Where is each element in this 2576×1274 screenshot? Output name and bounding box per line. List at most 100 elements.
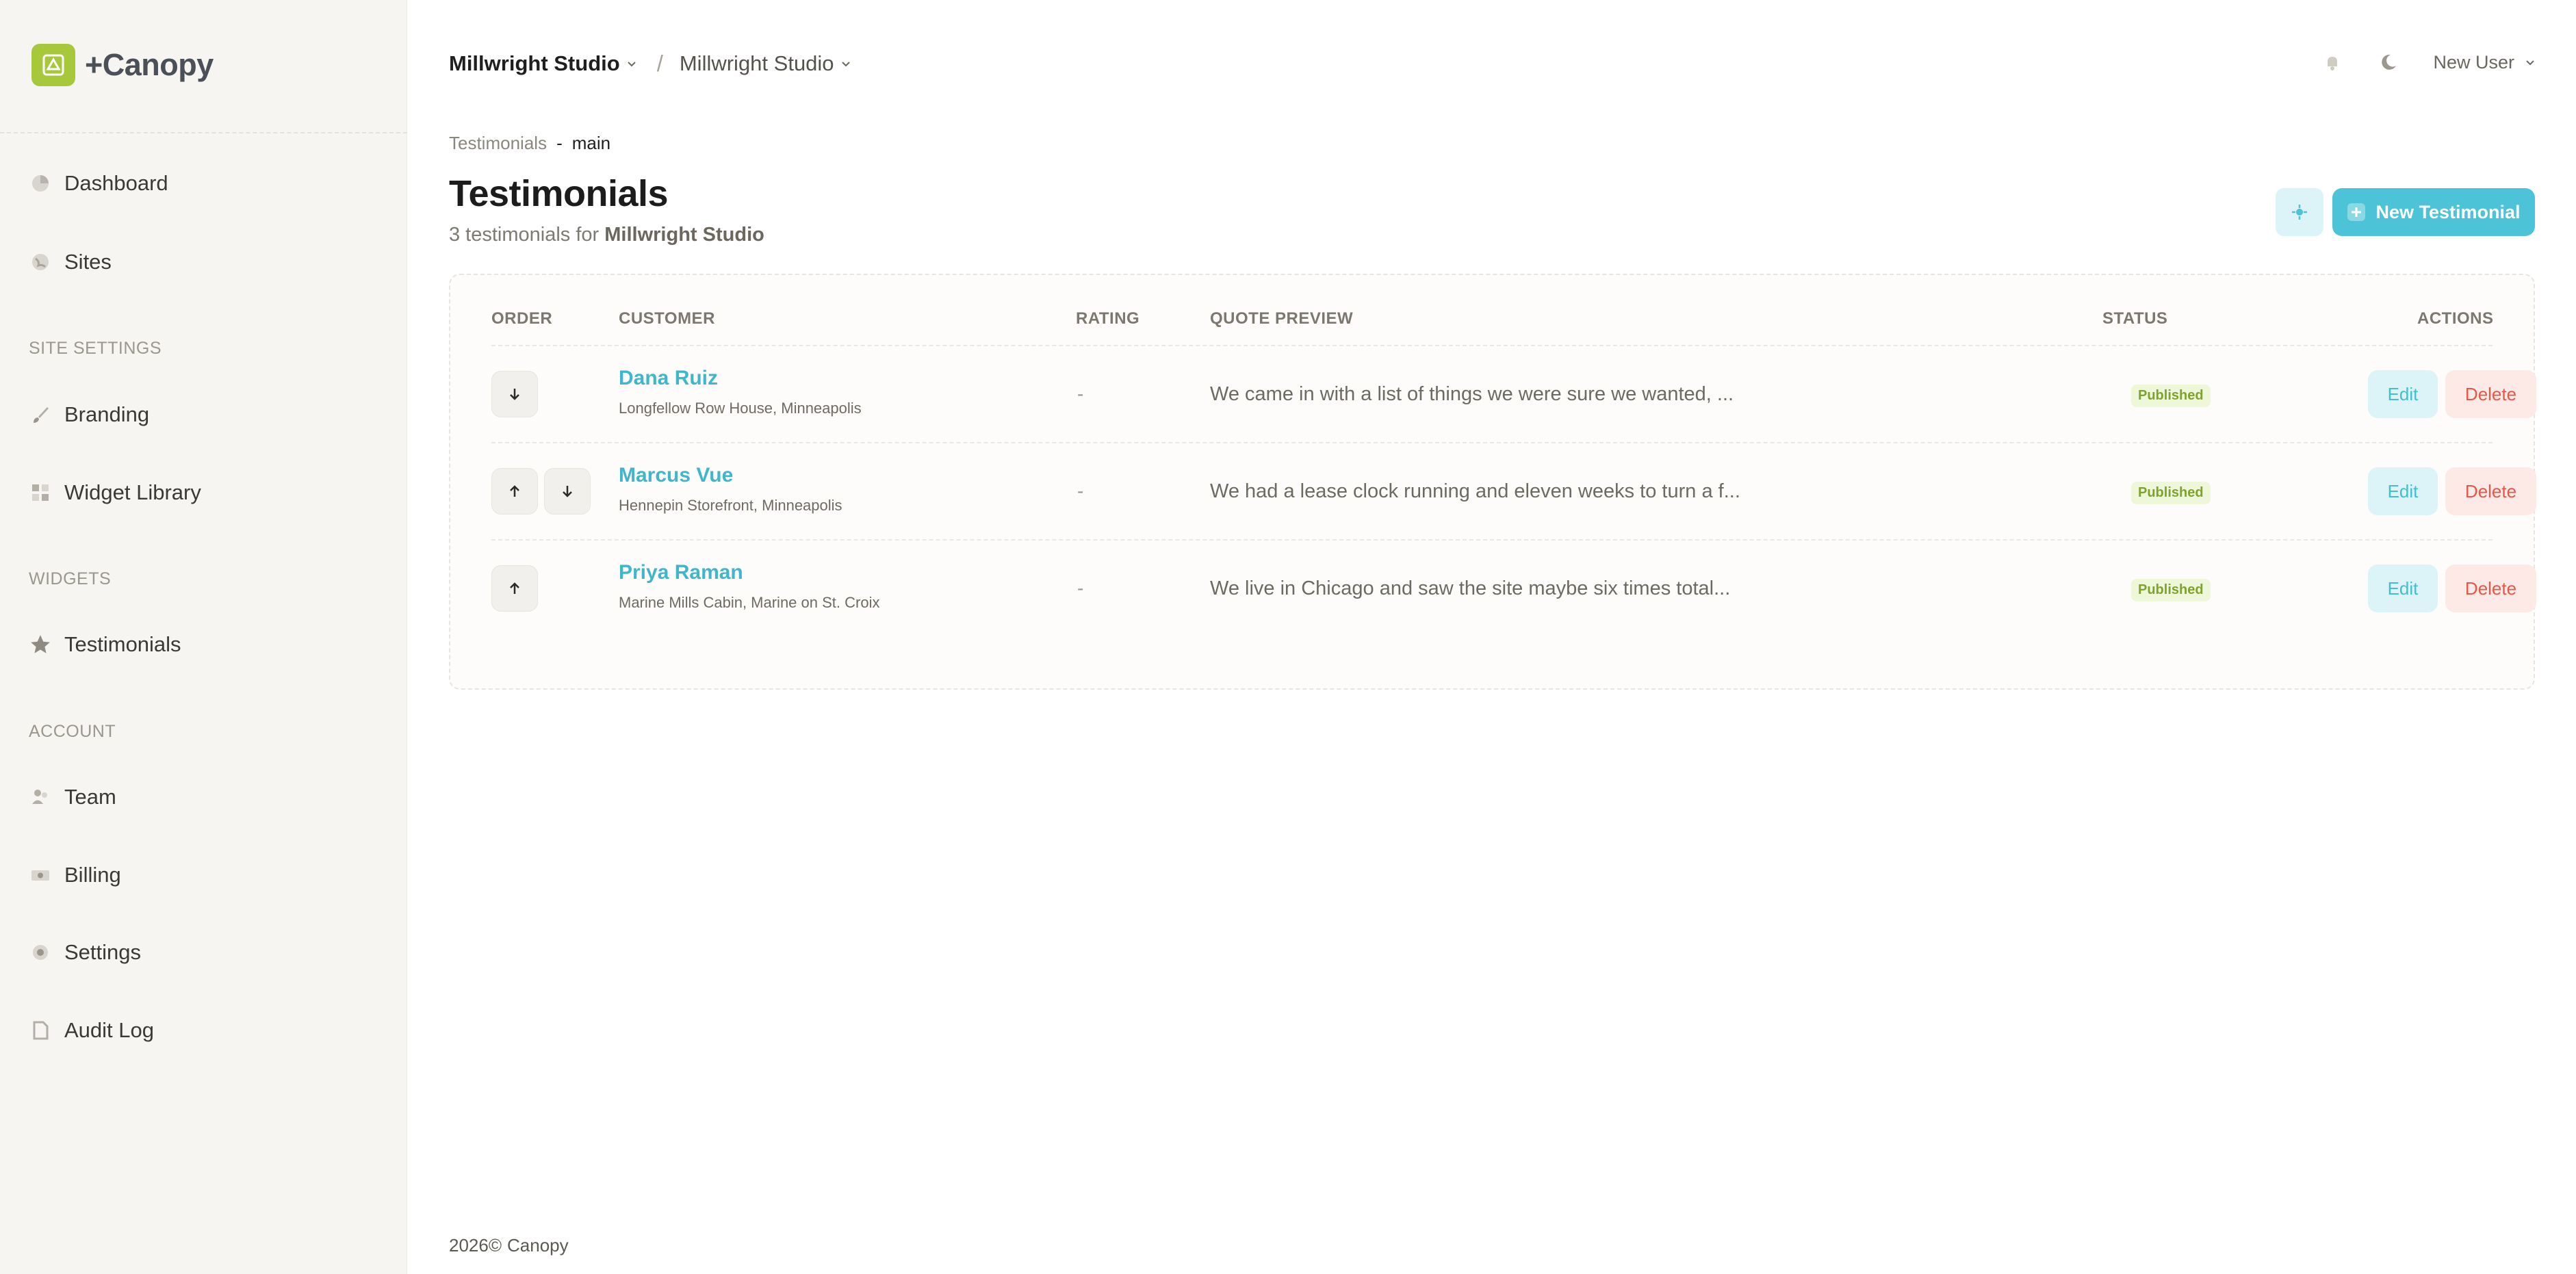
- customer-location: Hennepin Storefront, Minneapolis: [619, 497, 842, 514]
- move-up-button[interactable]: [491, 468, 538, 515]
- brand-name: +Canopy: [85, 47, 214, 82]
- rating-value: -: [1077, 577, 1084, 599]
- move-down-button[interactable]: [544, 468, 591, 515]
- brush-icon: [29, 403, 52, 426]
- sidebar-item-settings[interactable]: Settings: [29, 933, 141, 972]
- status-badge: Published: [2131, 385, 2211, 407]
- table-row: Dana Ruiz Longfellow Row House, Minneapo…: [491, 346, 2536, 443]
- column-header-quote: QUOTE PREVIEW: [1210, 309, 1354, 328]
- breadcrumb-separator: -: [556, 133, 563, 153]
- org-site-breadcrumb: Millwright Studio / Millwright Studio: [449, 51, 852, 77]
- customer-name[interactable]: Marcus Vue: [619, 464, 733, 487]
- site-switcher[interactable]: Millwright Studio: [680, 51, 852, 76]
- breadcrumb-branch: main: [571, 133, 611, 153]
- testimonials-table: ORDER CUSTOMER RATING QUOTE PREVIEW STAT…: [449, 274, 2536, 690]
- page-title: Testimonials: [449, 173, 669, 214]
- subtitle-org: Millwright Studio: [604, 224, 764, 246]
- delete-button[interactable]: Delete: [2445, 467, 2536, 515]
- sidebar-item-label: Billing: [64, 863, 121, 887]
- chevron-down-icon: [2526, 60, 2534, 66]
- chevron-down-icon: [841, 62, 850, 67]
- column-header-status: STATUS: [2102, 309, 2168, 328]
- rating-value: -: [1077, 480, 1084, 502]
- sidebar-item-team[interactable]: Team: [29, 778, 116, 816]
- star-icon: [29, 633, 52, 656]
- column-header-customer: CUSTOMER: [619, 309, 715, 328]
- breadcrumb-separator: /: [656, 51, 663, 76]
- move-up-button[interactable]: [491, 565, 538, 612]
- grid-icon: [29, 481, 52, 504]
- sidebar-item-label: Branding: [64, 402, 150, 426]
- sidebar-item-dashboard[interactable]: Dashboard: [29, 164, 168, 203]
- moon-icon[interactable]: [2377, 51, 2400, 74]
- customer-location: Longfellow Row House, Minneapolis: [619, 400, 862, 417]
- rating-value: -: [1077, 383, 1084, 404]
- sidebar-item-billing[interactable]: Billing: [29, 856, 121, 894]
- customer-location: Marine Mills Cabin, Marine on St. Croix: [619, 594, 880, 611]
- footer-year: 2026©: [449, 1235, 502, 1256]
- footer-brand: Canopy: [507, 1235, 569, 1256]
- sidebar-item-label: Settings: [64, 940, 142, 964]
- sidebar-item-testimonials[interactable]: Testimonials: [29, 625, 181, 664]
- page-subtitle: 3 testimonials for Millwright Studio: [449, 224, 764, 246]
- site-name: Millwright Studio: [679, 51, 834, 75]
- sidebar-item-widget-library[interactable]: Widget Library: [29, 473, 201, 512]
- section-account: ACCOUNT: [29, 722, 116, 741]
- sidebar-item-label: Team: [64, 785, 116, 809]
- new-testimonial-button[interactable]: New Testimonial: [2332, 188, 2535, 236]
- chevron-down-icon: [627, 62, 636, 67]
- sidebar-item-label: Sites: [64, 250, 112, 274]
- arrow-down-icon: [563, 486, 572, 497]
- sidebar-item-audit-log[interactable]: Audit Log: [29, 1011, 154, 1050]
- sidebar-item-label: Testimonials: [64, 632, 181, 656]
- arrow-down-icon: [510, 389, 519, 400]
- subtitle-count: 3 testimonials for: [449, 224, 600, 246]
- footer: 2026© Canopy: [449, 1235, 569, 1256]
- sidebar: +Canopy Dashboard Sites SITE SETTINGS Br…: [0, 0, 407, 1274]
- sidebar-item-label: Widget Library: [64, 480, 201, 504]
- quote-preview: We came in with a list of things we were…: [1210, 383, 1734, 405]
- quote-preview: We live in Chicago and saw the site mayb…: [1210, 577, 1731, 599]
- header-actions: New User: [2321, 51, 2536, 74]
- settings-button[interactable]: [2276, 188, 2323, 236]
- sidebar-item-branding[interactable]: Branding: [29, 395, 149, 434]
- section-widgets: WIDGETS: [29, 569, 112, 588]
- edit-button[interactable]: Edit: [2368, 370, 2438, 418]
- plus-icon: [2347, 203, 2366, 221]
- quote-preview: We had a lease clock running and eleven …: [1210, 480, 1740, 502]
- org-name: Millwright Studio: [449, 51, 620, 75]
- document-icon: [29, 1019, 52, 1042]
- edit-button[interactable]: Edit: [2368, 564, 2438, 612]
- gear-icon: [29, 941, 52, 964]
- table-row: Priya Raman Marine Mills Cabin, Marine o…: [491, 541, 2536, 638]
- canopy-logo-icon: [31, 44, 75, 86]
- users-icon: [29, 785, 52, 809]
- column-header-rating: RATING: [1076, 309, 1140, 328]
- sidebar-item-label: Dashboard: [64, 171, 168, 195]
- delete-button[interactable]: Delete: [2445, 564, 2536, 612]
- breadcrumb: Testimonials - main: [449, 133, 610, 154]
- status-badge: Published: [2131, 579, 2211, 601]
- user-name: New User: [2433, 51, 2514, 73]
- sidebar-item-sites[interactable]: Sites: [29, 243, 112, 281]
- status-badge: Published: [2131, 482, 2211, 504]
- money-icon: [29, 863, 52, 887]
- column-header-actions: ACTIONS: [2417, 309, 2494, 328]
- sidebar-item-label: Audit Log: [64, 1018, 154, 1042]
- user-menu[interactable]: New User: [2433, 52, 2536, 73]
- delete-button[interactable]: Delete: [2445, 370, 2536, 418]
- new-testimonial-label: New Testimonial: [2375, 201, 2521, 222]
- customer-name[interactable]: Dana Ruiz: [619, 367, 718, 390]
- breadcrumb-section[interactable]: Testimonials: [449, 133, 547, 154]
- org-switcher[interactable]: Millwright Studio: [449, 51, 638, 76]
- bell-icon[interactable]: [2321, 51, 2344, 74]
- column-header-order: ORDER: [491, 309, 553, 328]
- section-site-settings: SITE SETTINGS: [29, 339, 162, 358]
- move-down-button[interactable]: [491, 371, 538, 417]
- edit-button[interactable]: Edit: [2368, 467, 2438, 515]
- table-row: Marcus Vue Hennepin Storefront, Minneapo…: [491, 443, 2536, 541]
- brand[interactable]: +Canopy: [31, 44, 214, 86]
- customer-name[interactable]: Priya Raman: [619, 561, 743, 584]
- arrow-up-icon: [510, 582, 519, 594]
- pie-chart-icon: [29, 172, 52, 195]
